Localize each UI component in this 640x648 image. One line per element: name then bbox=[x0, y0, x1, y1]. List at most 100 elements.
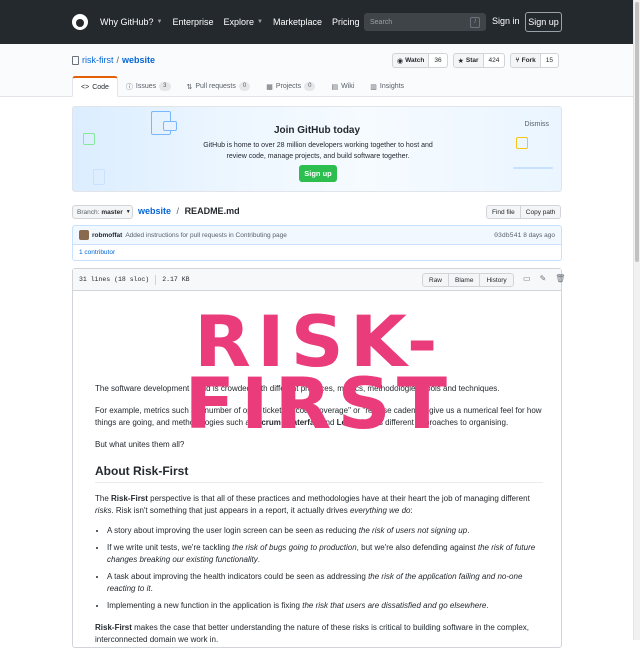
repo-actions: ◉ Watch 36 ★ Star 424 ⑂ Fork 15 bbox=[392, 53, 564, 68]
nav-marketplace[interactable]: Marketplace bbox=[273, 17, 322, 27]
star-count[interactable]: 424 bbox=[483, 53, 506, 68]
star-button[interactable]: ★ Star bbox=[452, 53, 484, 68]
pencil-icon[interactable]: ✎ bbox=[540, 274, 547, 283]
nav-enterprise[interactable]: Enterprise bbox=[172, 17, 213, 27]
star-icon: ★ bbox=[457, 57, 464, 65]
tab-wiki[interactable]: ▤ Wiki bbox=[323, 76, 362, 97]
issue-icon: ⓘ bbox=[125, 83, 133, 91]
repo-header: risk-first / website ◉ Watch 36 ★ Star 424… bbox=[0, 44, 633, 97]
tab-code[interactable]: <> Code bbox=[72, 76, 118, 97]
decoration-line-icon bbox=[513, 167, 553, 169]
fork-button[interactable]: ⑂ Fork bbox=[510, 53, 541, 68]
commit-tease: robmoffat Added instructions for pull re… bbox=[72, 225, 562, 245]
commit-author-link[interactable]: robmoffat bbox=[92, 232, 122, 239]
fork-action: ⑂ Fork 15 bbox=[510, 53, 559, 68]
sign-in-link[interactable]: Sign in bbox=[492, 16, 520, 26]
italic-text: everything we do bbox=[349, 506, 411, 515]
top-header: Why GitHub? ▼ Enterprise Explore ▼ Marketp… bbox=[0, 0, 633, 44]
italic-text: the risk that users are dissatisfied and… bbox=[302, 601, 487, 610]
italic-text: the risk of users not signing up bbox=[358, 526, 468, 535]
chevron-down-icon: ▼ bbox=[156, 19, 163, 25]
join-github-banner: Dismiss Join GitHub today GitHub is home… bbox=[72, 106, 562, 192]
github-logo-icon[interactable] bbox=[72, 14, 88, 30]
fork-count[interactable]: 15 bbox=[540, 53, 559, 68]
tab-insights[interactable]: ▥ Insights bbox=[362, 76, 412, 97]
text-run: perspective is that all of these practic… bbox=[147, 494, 530, 503]
nav-pricing[interactable]: Pricing▼ bbox=[332, 17, 368, 27]
breadcrumb-repo-link[interactable]: website bbox=[138, 206, 171, 216]
desktop-icon[interactable]: ▭ bbox=[523, 274, 531, 283]
scrollbar-thumb[interactable] bbox=[635, 2, 639, 262]
pull-request-icon: ⇅ bbox=[186, 83, 193, 91]
text-run: . bbox=[486, 601, 489, 610]
bold-text: Risk-First bbox=[95, 623, 132, 632]
file-viewer: 31 lines (18 sloc) 2.17 KB Raw Blame His… bbox=[72, 268, 565, 648]
sign-up-button[interactable]: Sign up bbox=[525, 12, 562, 32]
readme-examples-list: A story about improving the user login s… bbox=[95, 525, 543, 612]
avatar[interactable] bbox=[79, 230, 89, 240]
list-item: If we write unit tests, we're tackling t… bbox=[107, 542, 543, 566]
star-action: ★ Star 424 bbox=[452, 53, 506, 68]
decoration-code-icon bbox=[516, 137, 528, 149]
watch-count[interactable]: 36 bbox=[429, 53, 448, 68]
contributors-link[interactable]: 1 contributor bbox=[79, 249, 115, 256]
page-scrollbar[interactable] bbox=[633, 0, 640, 640]
tab-label: Pull requests bbox=[195, 83, 236, 90]
list-item: A task about improving the health indica… bbox=[107, 571, 543, 595]
text-run: , but we're also defending against bbox=[356, 543, 478, 552]
tab-counter: 3 bbox=[159, 82, 171, 91]
tab-label: Wiki bbox=[341, 83, 355, 90]
caret-down-icon: ▼ bbox=[125, 209, 131, 215]
readme-conclusion-paragraph: Risk-First makes the case that better un… bbox=[95, 622, 543, 646]
tab-label: Code bbox=[92, 83, 109, 91]
join-title: Join GitHub today bbox=[273, 125, 361, 136]
tab-counter: 0 bbox=[238, 82, 251, 91]
nav-why-github[interactable]: Why GitHub? ▼ bbox=[100, 17, 162, 27]
tab-counter: 0 bbox=[304, 82, 316, 91]
blame-button[interactable]: Blame bbox=[448, 273, 481, 287]
list-item: Implementing a new function in the appli… bbox=[107, 600, 543, 612]
text-run: If we write unit tests, we're tackling bbox=[107, 543, 233, 552]
text-run: makes the case that better understanding… bbox=[95, 623, 530, 644]
tab-label: Issues bbox=[135, 83, 157, 90]
tab-label: Projects bbox=[275, 83, 302, 90]
tab-pull-requests[interactable]: ⇅ Pull requests 0 bbox=[179, 76, 259, 97]
text-run: A task about improving the health indica… bbox=[107, 572, 369, 581]
branch-name: master bbox=[101, 208, 123, 216]
search-input[interactable]: Search / bbox=[364, 13, 486, 31]
nav-explore[interactable]: Explore ▼ bbox=[224, 17, 263, 27]
text-run: . bbox=[150, 584, 153, 593]
repo-name-link[interactable]: website bbox=[122, 55, 155, 65]
risk-first-logo: RISK-FIRST bbox=[184, 301, 454, 445]
commit-time: 8 days ago bbox=[523, 231, 555, 239]
file-actions: Raw Blame History bbox=[422, 273, 514, 287]
commit-message-link[interactable]: Added instructions for pull requests in … bbox=[125, 232, 287, 239]
tab-label: Insights bbox=[379, 83, 405, 90]
fork-icon: ⑂ bbox=[515, 57, 520, 64]
file-line-count: 31 lines (18 sloc) bbox=[79, 276, 150, 283]
repo-separator: / bbox=[116, 55, 120, 65]
eye-icon: ◉ bbox=[397, 57, 404, 65]
text-run: : bbox=[410, 506, 413, 515]
breadcrumb: website / README.md bbox=[138, 206, 240, 216]
copy-path-button[interactable]: Copy path bbox=[520, 205, 562, 219]
text-run: Implementing a new function in the appli… bbox=[107, 601, 303, 610]
repo-icon bbox=[72, 55, 79, 65]
file-icon-actions: ▭ ✎ 🗑 bbox=[514, 274, 565, 283]
tab-issues[interactable]: ⓘ Issues 3 bbox=[118, 76, 179, 97]
branch-label: Branch: bbox=[77, 208, 100, 216]
text-run: The bbox=[95, 494, 112, 503]
find-file-button[interactable]: Find file bbox=[486, 205, 521, 219]
branch-select[interactable]: Branch: master ▼ bbox=[72, 205, 133, 219]
watch-button[interactable]: ◉ Watch bbox=[392, 53, 430, 68]
code-icon: <> bbox=[81, 83, 90, 91]
repo-owner-link[interactable]: risk-first bbox=[82, 55, 114, 65]
history-button[interactable]: History bbox=[479, 273, 514, 287]
raw-button[interactable]: Raw bbox=[422, 273, 450, 287]
commit-sha-link[interactable]: 03db541 bbox=[494, 232, 521, 239]
join-sign-up-button[interactable]: Sign up bbox=[299, 165, 337, 182]
trash-icon[interactable]: 🗑 bbox=[555, 274, 565, 283]
search-placeholder: Search bbox=[370, 18, 393, 26]
tab-projects[interactable]: ▦ Projects 0 bbox=[258, 76, 323, 97]
text-run: . bbox=[257, 555, 260, 564]
